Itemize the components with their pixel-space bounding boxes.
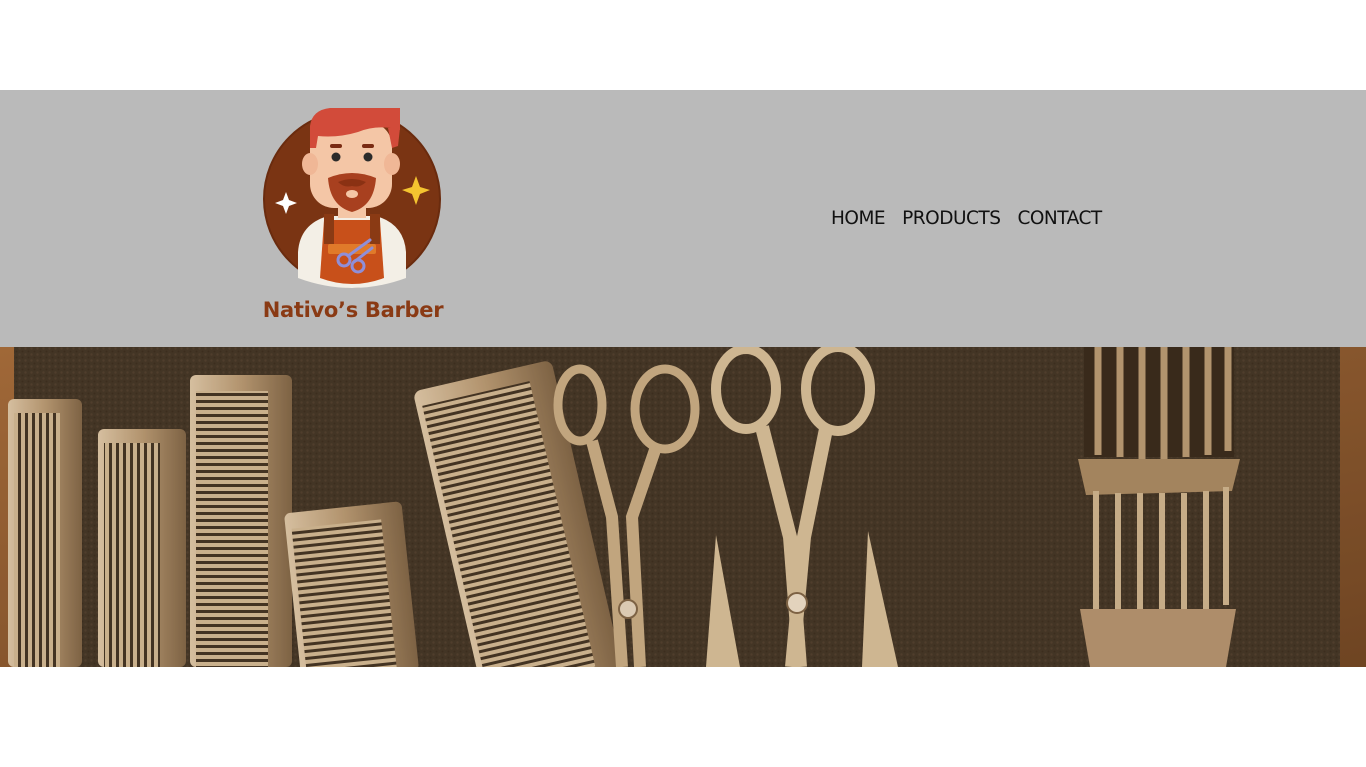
- hero-banner: [0, 347, 1366, 667]
- nav-home-link[interactable]: HOME: [831, 207, 886, 231]
- main-nav: HOME PRODUCTS CONTACT: [831, 207, 1102, 231]
- nav-contact-link[interactable]: CONTACT: [1017, 207, 1102, 231]
- barber-mascot-icon: [263, 108, 441, 288]
- brand-name: Nativo’s Barber: [262, 298, 444, 322]
- nav-products-link[interactable]: PRODUCTS: [902, 207, 1001, 231]
- site-header: Nativo’s Barber HOME PRODUCTS CONTACT: [0, 90, 1366, 347]
- barber-tools-photo: [0, 347, 1366, 667]
- home-logo-link[interactable]: Nativo’s Barber: [258, 102, 448, 322]
- page: Nativo’s Barber HOME PRODUCTS CONTACT: [0, 0, 1366, 767]
